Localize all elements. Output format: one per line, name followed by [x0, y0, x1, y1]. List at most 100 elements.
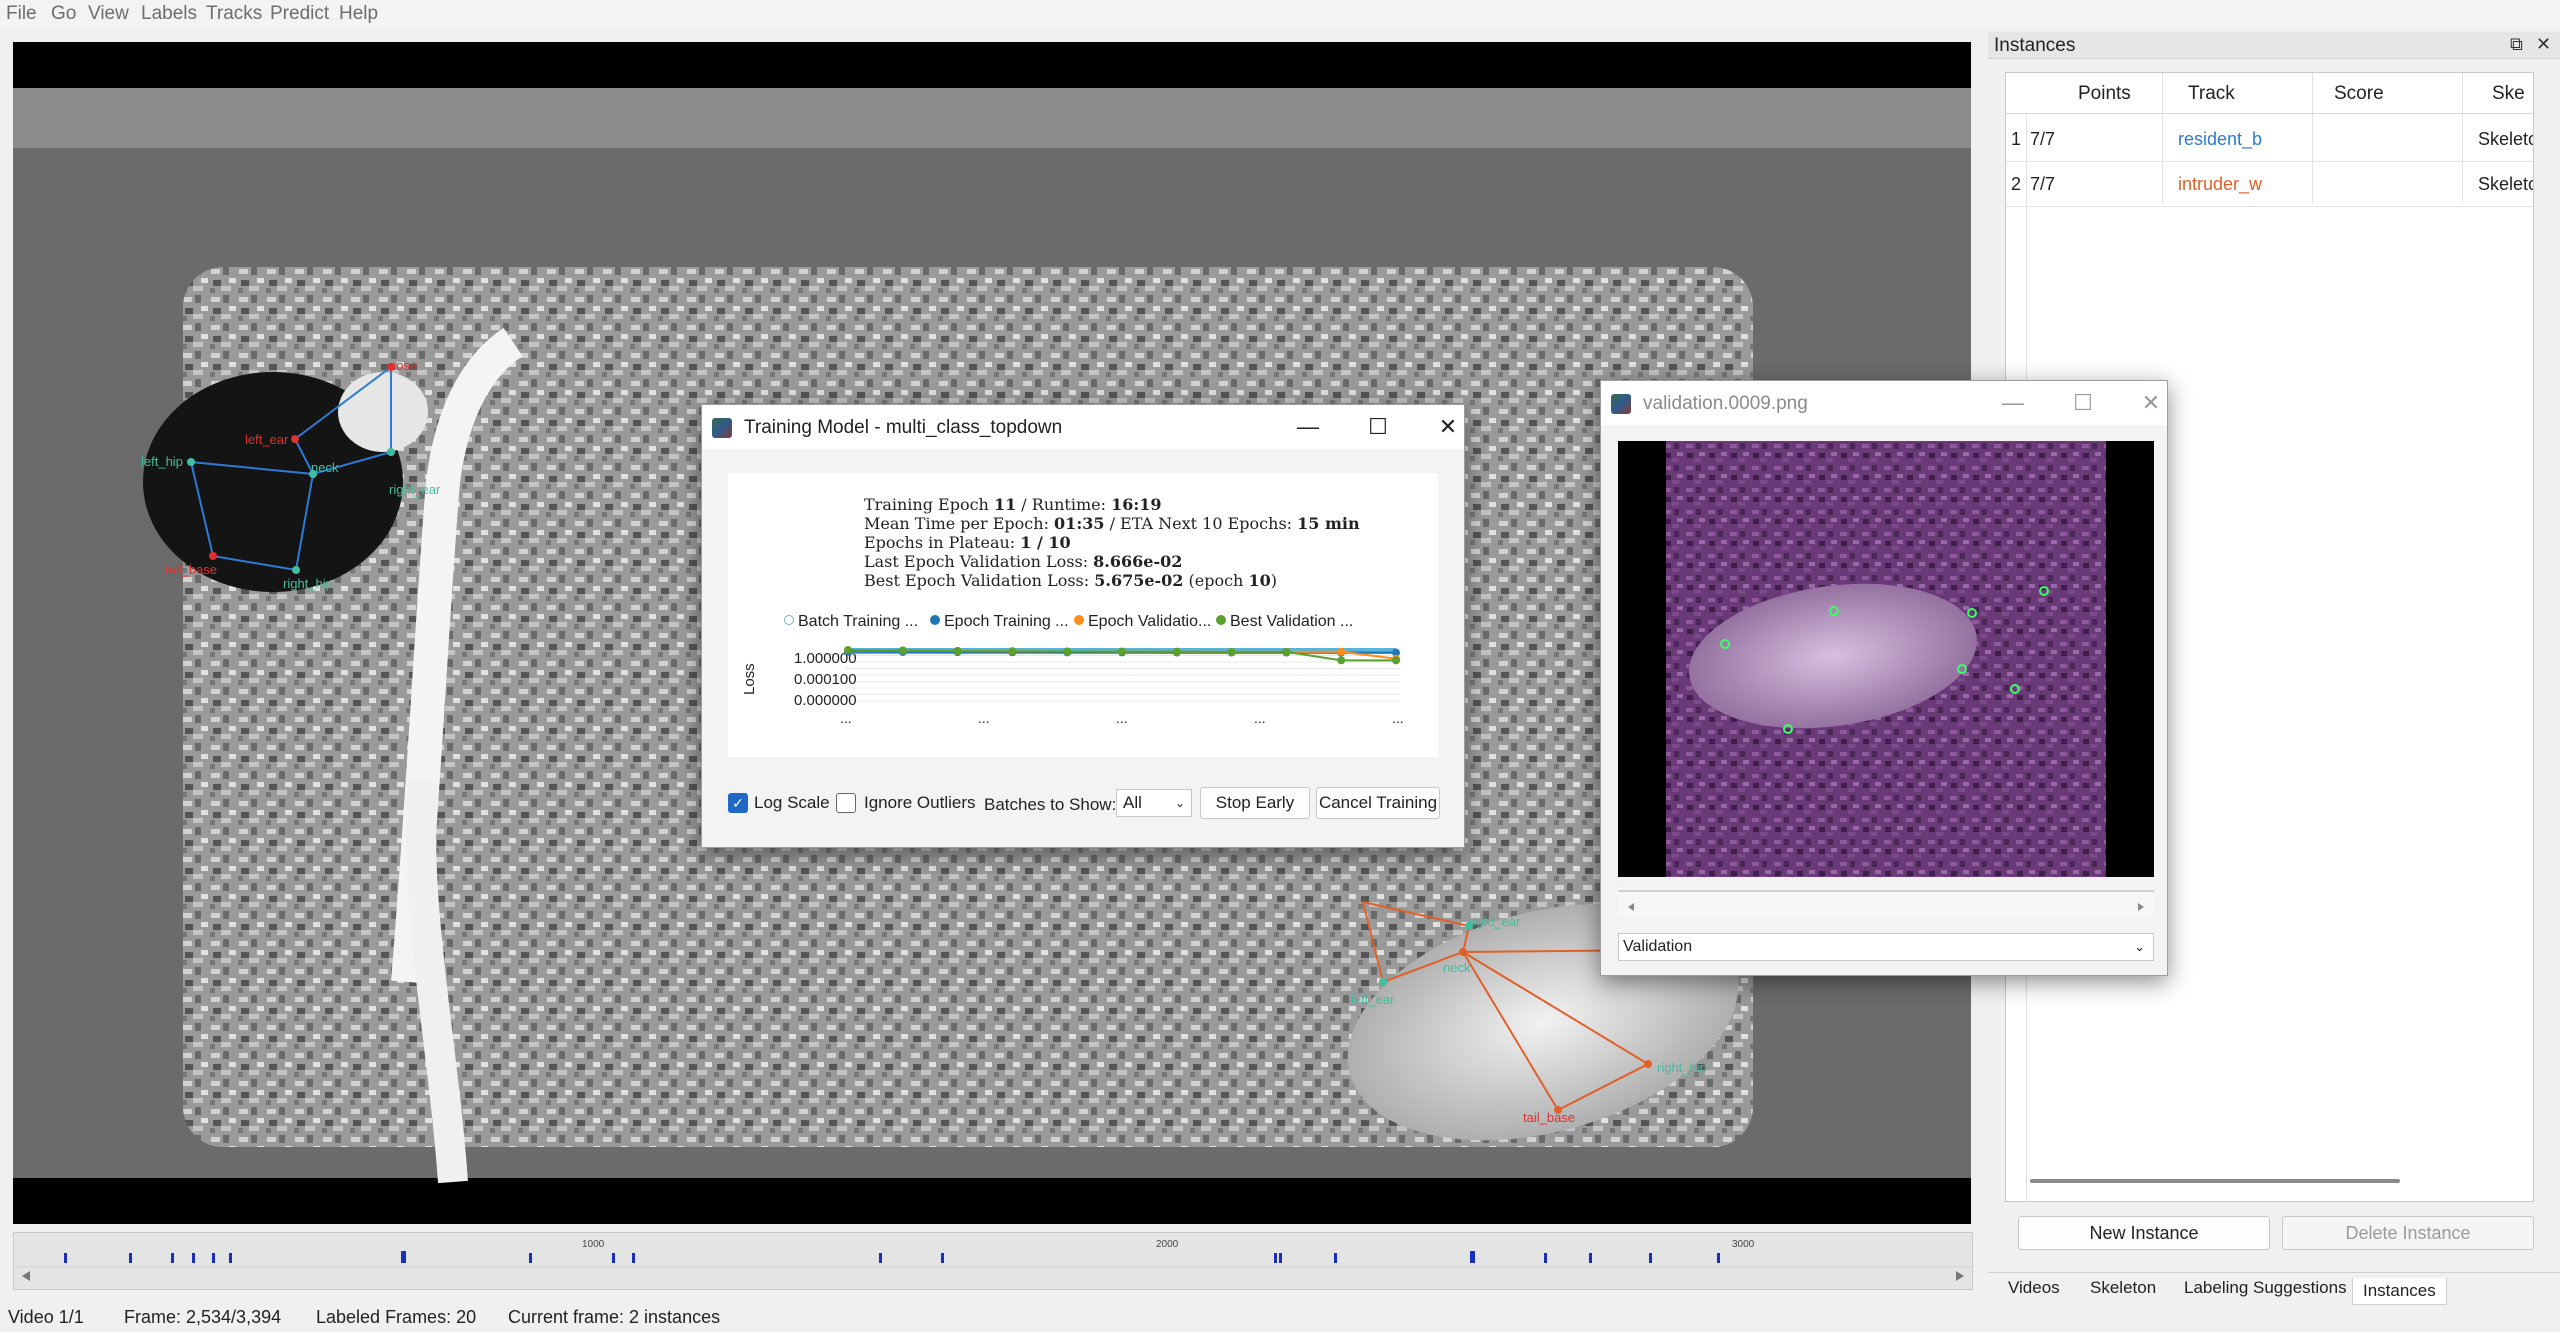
- batches-select[interactable]: All ⌄: [1116, 789, 1192, 817]
- training-title: Training Model - multi_class_topdown: [744, 417, 1063, 438]
- column-points[interactable]: Points: [2078, 83, 2131, 105]
- status-current: Current frame: 2 instances: [508, 1307, 721, 1327]
- tab-labeling-suggestions[interactable]: Labeling Suggestions: [2184, 1278, 2347, 1298]
- timeline-scroll-right[interactable]: [1956, 1271, 1964, 1281]
- node-label: right_ear: [389, 482, 441, 497]
- menu-bar: File Go View Labels Tracks Predict Help: [0, 0, 2560, 30]
- timeline-tick: 3000: [1732, 1239, 1755, 1250]
- row-skeleton: Skeleton: [2478, 174, 2533, 194]
- row-points: 7/7: [2030, 174, 2056, 194]
- cancel-training-button[interactable]: Cancel Training: [1316, 787, 1440, 819]
- node-label: tail_base: [1523, 1110, 1575, 1125]
- instances-title: Instances: [1994, 35, 2076, 56]
- x-tick: ...: [840, 710, 852, 726]
- row-track: resident_b: [2178, 129, 2263, 149]
- timeline-seekbar[interactable]: 1000 2000 3000: [13, 1232, 1973, 1290]
- series-point: [1118, 647, 1126, 656]
- series-point: [1282, 647, 1291, 656]
- node-label: right_hip: [1657, 1060, 1707, 1075]
- status-labeled: Labeled Frames: 20: [316, 1307, 477, 1327]
- minimize-icon[interactable]: —: [1288, 411, 1328, 443]
- table-row[interactable]: 2 7/7 intruder_w Skeleton: [2006, 162, 2533, 207]
- x-tick: ...: [1392, 710, 1404, 726]
- menu-labels[interactable]: Labels: [141, 3, 197, 25]
- close-icon[interactable]: ✕: [1428, 411, 1468, 443]
- column-track[interactable]: Track: [2188, 83, 2235, 105]
- node-label: neck: [311, 460, 339, 475]
- y-tick: 0.000100: [794, 671, 857, 688]
- column-score[interactable]: Score: [2334, 83, 2384, 105]
- menu-go[interactable]: Go: [51, 3, 76, 25]
- timeline-scroll-left[interactable]: [22, 1271, 30, 1281]
- tab-skeleton[interactable]: Skeleton: [2090, 1278, 2156, 1298]
- tab-instances[interactable]: Instances: [2352, 1278, 2447, 1305]
- delete-instance-button[interactable]: Delete Instance: [2282, 1216, 2534, 1250]
- validation-view-select[interactable]: Validation ⌄: [1618, 933, 2154, 961]
- log-scale-label[interactable]: Log Scale: [754, 793, 830, 813]
- row-points: 7/7: [2030, 129, 2056, 149]
- series-point: [1337, 647, 1346, 656]
- series-point: [1063, 647, 1072, 656]
- series-point: [898, 646, 907, 655]
- timeline-canvas[interactable]: 1000 2000 3000: [14, 1233, 1972, 1289]
- menu-file[interactable]: File: [6, 3, 37, 25]
- new-instance-button[interactable]: New Instance: [2018, 1216, 2270, 1250]
- timeline-tick: 2000: [1156, 1239, 1179, 1250]
- stop-early-button[interactable]: Stop Early: [1200, 787, 1310, 819]
- batches-label: Batches to Show:: [984, 795, 1117, 814]
- node-label: left_ear: [1351, 992, 1395, 1007]
- loss-chart[interactable]: Loss 1.000000 0.000100 0.000000 ... ... …: [728, 473, 1438, 757]
- series-point: [1337, 656, 1346, 665]
- validation-image[interactable]: [1618, 441, 2154, 877]
- series-point: [1008, 647, 1017, 656]
- chevron-down-icon: ⌄: [1174, 796, 1185, 810]
- resident-head-patch: [338, 372, 428, 452]
- node-label: right_hip: [283, 576, 333, 591]
- app-icon: [1611, 394, 1631, 414]
- validation-slider[interactable]: [1618, 887, 2154, 917]
- x-tick: ...: [1116, 710, 1128, 726]
- timeline-tick: 1000: [582, 1239, 605, 1250]
- series-point: [1392, 656, 1400, 665]
- tab-videos[interactable]: Videos: [2008, 1278, 2060, 1298]
- float-panel-icon[interactable]: ⧉: [2510, 34, 2523, 55]
- validation-title: validation.0009.png: [1643, 393, 1808, 414]
- node-label: neck: [1443, 960, 1471, 975]
- log-scale-checkbox[interactable]: ✓: [728, 793, 748, 813]
- cage-rim: [13, 88, 1971, 148]
- node-label: left_ear: [245, 432, 289, 447]
- training-dialog: Training Model - multi_class_topdown — ☐…: [701, 404, 1465, 848]
- table-row[interactable]: 1 7/7 resident_b Skeleton: [2006, 117, 2533, 162]
- row-index: 2: [2011, 174, 2022, 194]
- close-icon[interactable]: ✕: [2131, 387, 2171, 419]
- series-point: [1172, 647, 1181, 656]
- menu-view[interactable]: View: [88, 3, 129, 25]
- close-panel-icon[interactable]: ✕: [2536, 34, 2551, 55]
- chevron-down-icon: ⌄: [2134, 939, 2145, 954]
- app-icon: [712, 418, 732, 438]
- maximize-icon[interactable]: ☐: [2063, 387, 2103, 419]
- series-point: [953, 647, 962, 656]
- ignore-outliers-label[interactable]: Ignore Outliers: [864, 793, 976, 813]
- status-frame: Frame: 2,534/3,394: [124, 1307, 282, 1327]
- status-video: Video 1/1: [8, 1307, 84, 1327]
- node-label: nose: [389, 358, 417, 373]
- ignore-outliers-checkbox[interactable]: [836, 793, 856, 813]
- x-tick: ...: [1254, 710, 1266, 726]
- row-track: intruder_w: [2178, 174, 2263, 194]
- horizontal-scrollbar[interactable]: [2030, 1179, 2400, 1183]
- maximize-icon[interactable]: ☐: [1358, 411, 1398, 443]
- training-chart-panel: Training Epoch 11 / Runtime: 16:19 Mean …: [728, 473, 1438, 757]
- status-bar: Video 1/1 Frame: 2,534/3,394 Labeled Fra…: [0, 1300, 2560, 1332]
- labeled-frame-marks: [64, 1251, 1720, 1263]
- column-skeleton[interactable]: Ske: [2492, 83, 2525, 105]
- menu-tracks[interactable]: Tracks: [206, 3, 262, 25]
- chart-ylabel: Loss: [741, 663, 758, 695]
- validation-titlebar: validation.0009.png — ☐ ✕: [1601, 381, 2167, 425]
- minimize-icon[interactable]: —: [1993, 387, 2033, 419]
- menu-help[interactable]: Help: [339, 3, 378, 25]
- menu-predict[interactable]: Predict: [270, 3, 329, 25]
- series-point: [844, 646, 852, 655]
- node-label: right_ear: [1469, 914, 1521, 929]
- validation-image-dialog: validation.0009.png — ☐ ✕ Validation ⌄: [1600, 380, 2168, 976]
